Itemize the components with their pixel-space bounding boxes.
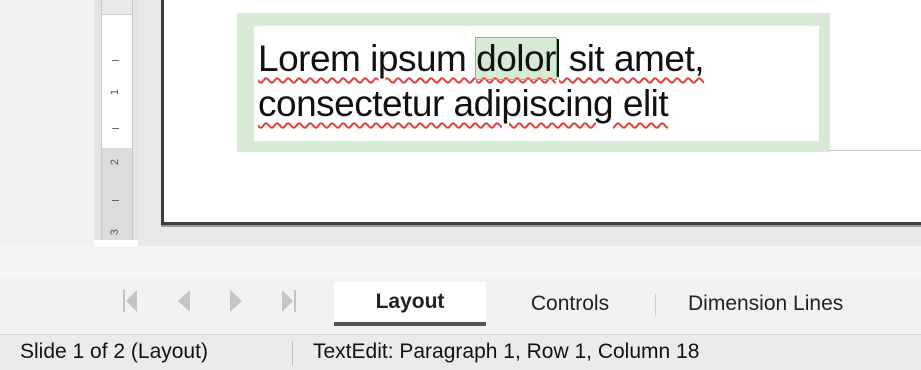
ruler-tick <box>112 60 119 61</box>
status-slide-info[interactable]: Slide 1 of 2 (Layout) <box>20 340 208 364</box>
tab-controls[interactable]: Controls <box>500 282 640 326</box>
status-bar: Slide 1 of 2 (Layout) TextEdit: Paragrap… <box>0 334 921 370</box>
text-line-1[interactable]: Lorem ipsum dolor sit amet, <box>258 37 705 80</box>
text-line-2[interactable]: consectetur adipiscing elit <box>258 83 669 125</box>
next-page-icon[interactable] <box>224 286 248 316</box>
tab-layout[interactable]: Layout <box>334 282 486 326</box>
ruler-number: 1 <box>109 88 121 96</box>
text-run-after: sit amet, <box>558 38 705 79</box>
ruler-tick <box>112 128 119 129</box>
selected-word: dolor <box>475 37 557 80</box>
ruler-number: 2 <box>109 158 121 166</box>
last-page-icon[interactable] <box>277 286 301 316</box>
vertical-ruler[interactable]: 1 2 3 <box>94 0 139 240</box>
status-separator <box>292 341 293 365</box>
status-edit-info: TextEdit: Paragraph 1, Row 1, Column 18 <box>313 340 700 363</box>
tab-dimension-lines[interactable]: Dimension Lines <box>670 282 915 326</box>
tab-separator <box>655 294 656 316</box>
layer-tab-bar: Layout Controls Dimension Lines <box>0 246 921 334</box>
ruler-number: 3 <box>109 228 121 236</box>
ruler-tick <box>112 200 119 201</box>
left-margin <box>0 0 94 282</box>
ruler-active-area <box>101 14 133 150</box>
text-run-before: Lorem ipsum <box>258 38 477 79</box>
previous-page-icon[interactable] <box>172 286 196 316</box>
slide-edge <box>829 150 921 151</box>
horizontal-scroll-area[interactable] <box>0 246 921 276</box>
first-page-icon[interactable] <box>118 286 142 316</box>
